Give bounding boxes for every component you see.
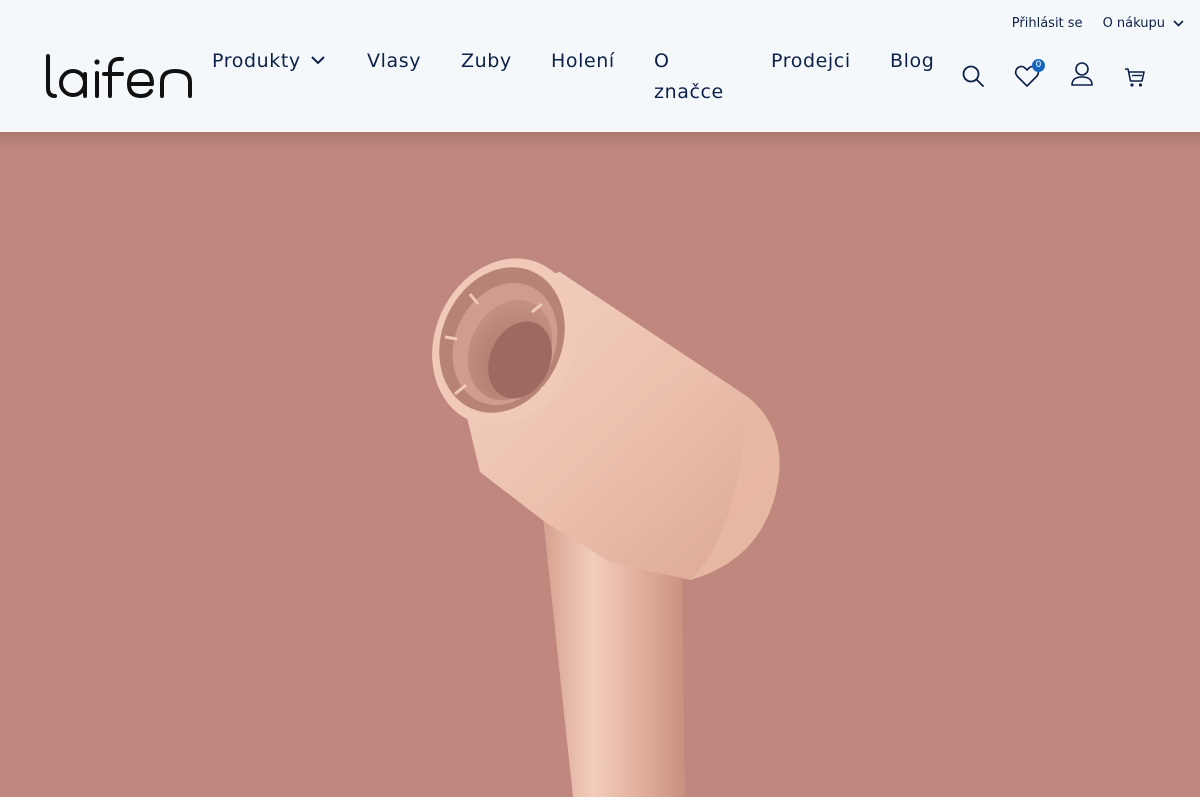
search-button[interactable]: [958, 61, 988, 91]
nav-label: Zuby: [461, 50, 512, 72]
chevron-down-icon: [311, 56, 325, 65]
nav-item-o-znacce[interactable]: O značce: [654, 46, 734, 108]
site-header: Přihlásit se O nákupu Produkty Vlasy Zub…: [0, 0, 1200, 132]
nav-label: Holení: [551, 50, 615, 72]
wishlist-count-badge: 0: [1032, 59, 1045, 72]
about-shopping-label: O nákupu: [1102, 16, 1165, 31]
chevron-down-icon: [1173, 20, 1184, 27]
hair-dryer-image: [432, 258, 780, 797]
cart-button[interactable]: [1120, 62, 1150, 92]
nav-item-holeni[interactable]: Holení: [551, 46, 615, 77]
nav-item-zuby[interactable]: Zuby: [461, 46, 512, 77]
nav-item-vlasy[interactable]: Vlasy: [367, 46, 421, 77]
nav-item-produkty[interactable]: Produkty: [212, 46, 325, 77]
search-icon: [962, 65, 984, 87]
nav-label: O značce: [654, 50, 724, 103]
nav-label: Produkty: [212, 50, 301, 72]
hero-banner[interactable]: [0, 132, 1200, 797]
login-link[interactable]: Přihlásit se: [1012, 16, 1083, 31]
logo-mark: [46, 54, 192, 98]
account-button[interactable]: [1067, 59, 1097, 89]
nav-label: Vlasy: [367, 50, 422, 72]
top-links: Přihlásit se O nákupu: [1012, 16, 1184, 31]
nav-label: Prodejci: [771, 50, 851, 72]
nav-label: Blog: [890, 50, 935, 72]
nav-item-blog[interactable]: Blog: [890, 46, 934, 77]
user-icon: [1071, 62, 1093, 86]
nav-item-prodejci[interactable]: Prodejci: [771, 46, 851, 77]
cart-icon: [1125, 68, 1145, 87]
laifen-logo[interactable]: [44, 54, 194, 100]
about-shopping-dropdown[interactable]: O nákupu: [1103, 16, 1184, 31]
